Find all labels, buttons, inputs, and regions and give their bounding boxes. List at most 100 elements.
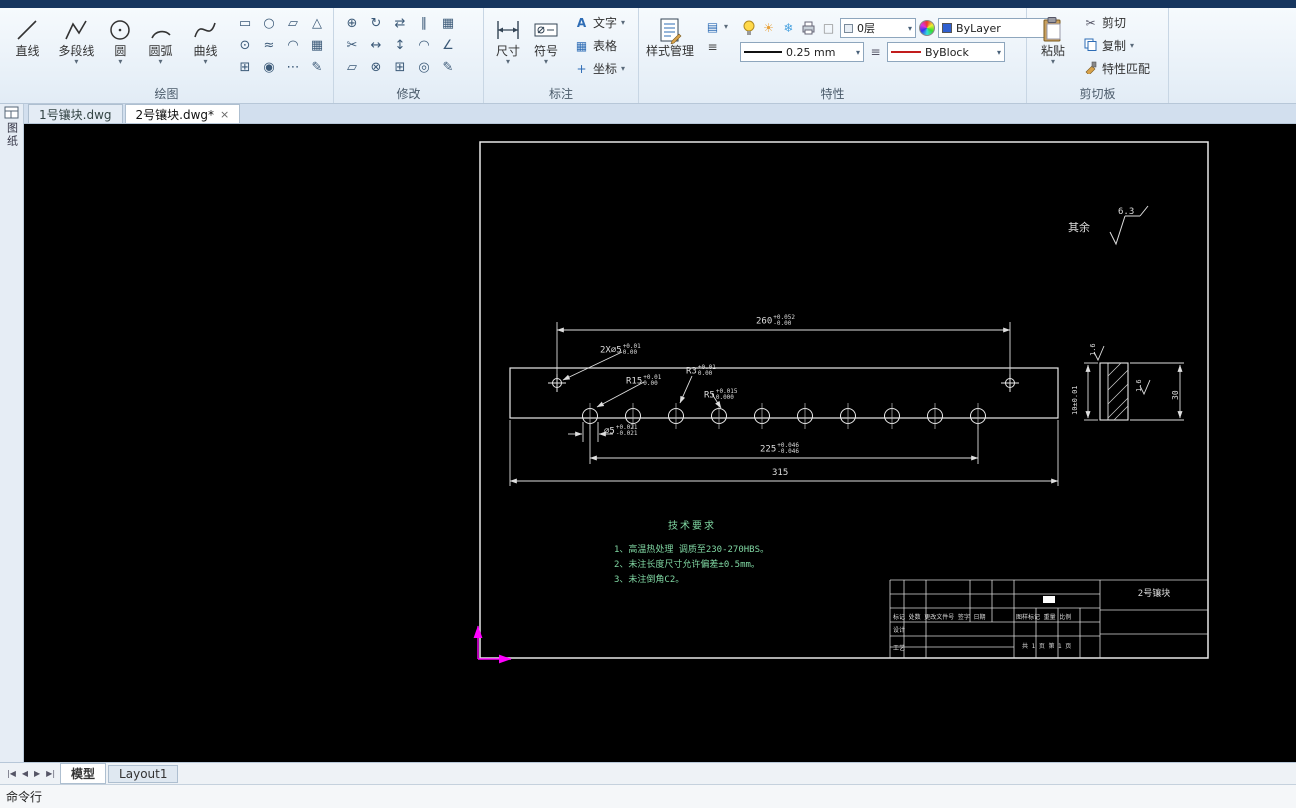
model-tab[interactable]: 模型 — [60, 763, 107, 784]
dim-r15: R15 +0.01 0.00 — [626, 374, 662, 387]
clipboard-group-label: 剪切板 — [1079, 87, 1116, 101]
chevron-down-icon: ▾ — [997, 47, 1002, 57]
menu-button[interactable]: ≡ — [701, 38, 732, 56]
copy-button[interactable]: 复制 ▾ — [1079, 35, 1154, 56]
color-wheel-icon[interactable] — [919, 20, 936, 36]
rotate-icon[interactable]: ↻ — [364, 12, 388, 34]
join-icon[interactable]: ⊞ — [388, 56, 412, 78]
layer-list-button[interactable]: ▤ ▾ — [701, 18, 732, 36]
layout1-tab[interactable]: Layout1 — [108, 764, 179, 783]
chevron-down-icon: ▾ — [856, 47, 861, 57]
cut-button[interactable]: ✂ 剪切 — [1079, 12, 1154, 33]
command-line[interactable]: 命令行 — [0, 784, 1296, 808]
stretch-h-icon[interactable]: ↔ — [364, 34, 388, 56]
layer-thaw-sun-icon[interactable]: ☀ — [760, 19, 777, 37]
edit-icon[interactable]: ✎ — [436, 56, 460, 78]
sheet-panel-icon — [4, 106, 18, 119]
ribbon-group-properties: 样式管理 ▤ ▾ ≡ ☀ ❄ □ 0层 ▾ ByLayer 0.25 mm ▾ … — [639, 8, 1057, 103]
symbol-button[interactable]: 符号 ▾ — [528, 12, 564, 69]
donut-icon[interactable]: ⊙ — [233, 34, 257, 56]
circle-button[interactable]: 圆 ▾ — [104, 12, 137, 69]
mirror-icon[interactable]: ⇄ — [388, 12, 412, 34]
trim-icon[interactable]: ✂ — [340, 34, 364, 56]
sketch-icon[interactable]: ✎ — [305, 56, 329, 78]
paste-button[interactable]: 粘贴 ▾ — [1033, 12, 1073, 69]
spline-button[interactable]: 曲线 ▾ — [184, 12, 227, 69]
properties-group-label: 特性 — [820, 87, 845, 101]
dim-260: 260 +0.052 -0.00 — [756, 314, 795, 327]
roughness-value-a: 1.6 — [1089, 343, 1097, 356]
region-icon[interactable]: ⊞ — [233, 56, 257, 78]
layer-box-icon[interactable]: □ — [820, 19, 837, 37]
coordinate-icon: + — [576, 61, 587, 76]
lineweight-select[interactable]: 0.25 mm ▾ — [740, 42, 865, 62]
text-button[interactable]: A 文字 ▾ — [570, 12, 629, 33]
first-tab-icon[interactable]: |◀ — [7, 769, 16, 778]
point-icon[interactable]: ◉ — [257, 56, 281, 78]
annotate-group-label: 标注 — [548, 87, 573, 101]
draw-tool-grid: ▭ ○ ▱ △ ⊙ ≈ ◠ ▦ ⊞ ◉ ⋯ ✎ — [233, 12, 329, 78]
prev-tab-icon[interactable]: ◀ — [22, 769, 28, 778]
linetype-list-icon[interactable]: ≡ — [867, 43, 884, 61]
fillet-icon[interactable]: ◠ — [412, 34, 436, 56]
close-icon[interactable]: × — [220, 108, 229, 121]
skew-icon[interactable]: ▱ — [340, 56, 364, 78]
layer-on-bulb-icon[interactable] — [740, 19, 757, 37]
ribbon-group-clipboard: 粘贴 ▾ ✂ 剪切 复制 ▾ 特性匹配 剪切板 — [1027, 8, 1169, 103]
break-icon[interactable]: ⊗ — [364, 56, 388, 78]
title-block-process-label: 工艺 — [893, 645, 906, 652]
match-properties-button[interactable]: 特性匹配 — [1079, 58, 1154, 79]
arc-small-icon[interactable]: ◠ — [281, 34, 305, 56]
chamfer-icon[interactable]: ∠ — [436, 34, 460, 56]
modify-tool-grid: ⊕ ↻ ⇄ ∥ ▦ ✂ ↔ ↕ ◠ ∠ ▱ ⊗ ⊞ ◎ ✎ — [340, 12, 479, 78]
dimension-button[interactable]: 尺寸 ▾ — [490, 12, 526, 69]
doc-tab-2[interactable]: 2号镶块.dwg* × — [124, 104, 241, 123]
ring-icon[interactable]: ◎ — [412, 56, 436, 78]
coordinate-button[interactable]: + 坐标 ▾ — [570, 58, 629, 79]
side-panel-strip[interactable]: 图纸 — [0, 104, 24, 762]
line-button[interactable]: 直线 — [6, 12, 49, 61]
doc-tab-2-label: 2号镶块.dwg* — [135, 107, 215, 122]
match-properties-icon — [1083, 61, 1098, 77]
table-label: 表格 — [593, 39, 618, 53]
draw-group-label: 绘图 — [154, 87, 179, 101]
points-icon[interactable]: ⋯ — [281, 56, 305, 78]
move-icon[interactable]: ⊕ — [340, 12, 364, 34]
wave-icon[interactable]: ≈ — [257, 34, 281, 56]
print-icon[interactable] — [800, 19, 817, 37]
match-properties-label: 特性匹配 — [1102, 62, 1151, 76]
layer-freeze-icon[interactable]: ❄ — [780, 19, 797, 37]
circle-tool-icon[interactable]: ○ — [257, 12, 281, 34]
dim-d5: ∅5 +0.021 -0.021 — [604, 424, 638, 437]
title-block-part-name: 2号镶块 — [1137, 589, 1171, 599]
triangle-icon[interactable]: △ — [305, 12, 329, 34]
linetype-select[interactable]: ByBlock ▾ — [887, 42, 1006, 62]
polyline-button[interactable]: 多段线 ▾ — [51, 12, 102, 69]
array-icon[interactable]: ▦ — [436, 12, 460, 34]
dimension-icon — [494, 15, 522, 45]
command-line-label: 命令行 — [6, 790, 43, 804]
style-manager-button[interactable]: 样式管理 — [645, 12, 695, 61]
copy-icon — [1083, 38, 1098, 54]
doc-tab-1[interactable]: 1号镶块.dwg — [28, 104, 123, 123]
spline-icon — [192, 15, 218, 45]
window-title-strip — [0, 0, 1296, 8]
stretch-v-icon[interactable]: ↕ — [388, 34, 412, 56]
drawing-canvas[interactable]: 其余 6.3 260 +0.052 -0.00 2X∅5 +0.01 0.00 R15 +… — [24, 124, 1296, 762]
side-panel-label: 图纸 — [5, 122, 19, 148]
cad-drawing — [473, 141, 1209, 664]
symbol-icon — [532, 15, 560, 45]
table-button[interactable]: ▦ 表格 — [570, 35, 629, 56]
chevron-down-icon: ▾ — [621, 63, 626, 73]
hatch-icon[interactable]: ▦ — [305, 34, 329, 56]
arc-button[interactable]: 圆弧 ▾ — [139, 12, 182, 69]
coordinate-label: 坐标 — [593, 62, 618, 76]
polygon-icon[interactable]: ▱ — [281, 12, 305, 34]
next-tab-icon[interactable]: ▶ — [34, 769, 40, 778]
layer-select[interactable]: 0层 ▾ — [840, 18, 917, 38]
table-icon: ▦ — [575, 38, 588, 53]
rectangle-icon[interactable]: ▭ — [233, 12, 257, 34]
last-tab-icon[interactable]: ▶| — [46, 769, 55, 778]
offset-icon[interactable]: ∥ — [412, 12, 436, 34]
tech-req-line-2: 2、未注长度尺寸允许偏差±0.5mm。 — [614, 560, 760, 570]
